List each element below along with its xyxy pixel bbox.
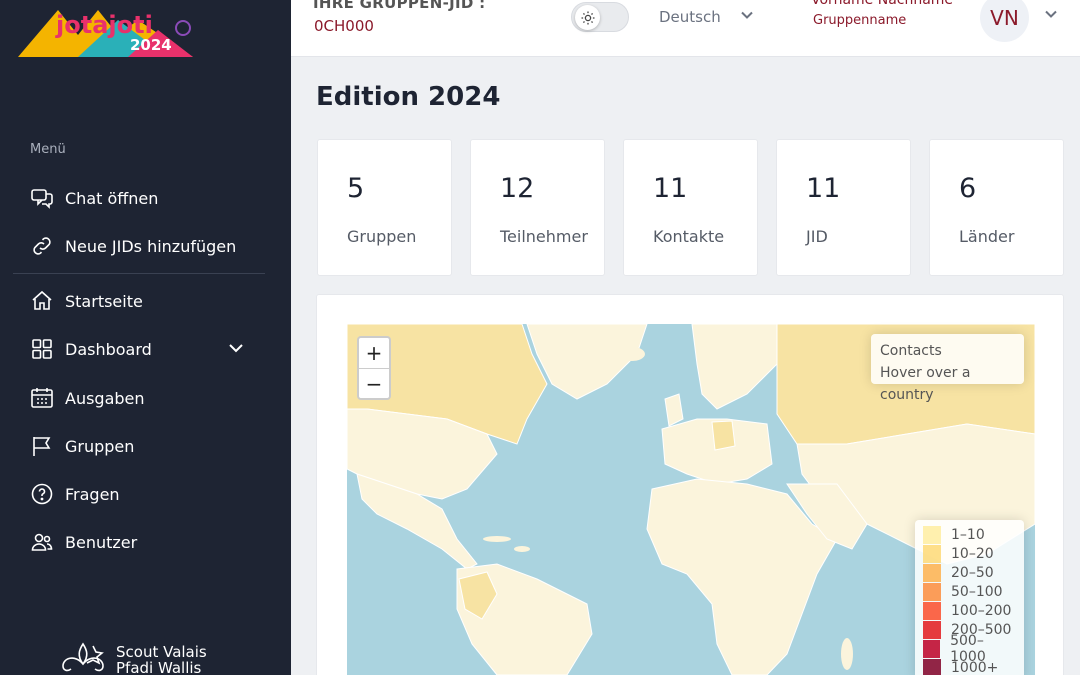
brand-line-2: Pfadi Wallis bbox=[116, 659, 202, 675]
avatar[interactable]: VN bbox=[980, 0, 1029, 42]
legend-item: 100–200 bbox=[923, 602, 1016, 621]
grid-icon bbox=[30, 337, 54, 361]
nav-label: Fragen bbox=[65, 484, 120, 504]
legend-item: 50–100 bbox=[923, 583, 1016, 602]
map-zoom-control: + − bbox=[357, 336, 391, 400]
scout-lily-icon bbox=[58, 640, 108, 675]
stat-label: Gruppen bbox=[347, 227, 417, 246]
legend-item: 20–50 bbox=[923, 564, 1016, 583]
language-select[interactable]: Deutsch bbox=[659, 7, 755, 27]
jid-label: IHRE GRUPPEN-JID : bbox=[313, 0, 486, 12]
nav-label: Ausgaben bbox=[65, 388, 145, 408]
legend-item: 1–10 bbox=[923, 526, 1016, 545]
flag-icon bbox=[30, 434, 54, 458]
home-icon bbox=[30, 289, 54, 313]
nav-label: Gruppen bbox=[65, 436, 135, 456]
theme-toggle[interactable] bbox=[571, 2, 629, 32]
nav-dashboard[interactable]: Dashboard bbox=[30, 334, 250, 364]
info-title: Contacts bbox=[880, 343, 942, 359]
stat-label: Länder bbox=[959, 227, 1015, 246]
nav-label: Dashboard bbox=[65, 339, 152, 359]
logo-year: 2024 bbox=[130, 36, 172, 54]
legend-item: 500–1000 bbox=[923, 633, 1016, 665]
page-title: Edition 2024 bbox=[316, 82, 501, 112]
nav-label: Startseite bbox=[65, 291, 143, 311]
info-hint: Hover over a country bbox=[880, 365, 971, 403]
link-icon bbox=[30, 234, 54, 258]
stat-card-contacts: 11 Kontakte bbox=[623, 139, 758, 276]
nav-questions[interactable]: Fragen bbox=[30, 479, 250, 509]
stat-value: 5 bbox=[347, 173, 365, 204]
nav-add-jids[interactable]: Neue JIDs hinzufügen bbox=[30, 231, 250, 261]
stat-value: 11 bbox=[653, 173, 688, 204]
stat-label: Teilnehmer bbox=[500, 227, 588, 246]
question-icon bbox=[30, 482, 54, 506]
brand-line-1: Scout Valais bbox=[116, 643, 207, 661]
calendar-icon bbox=[30, 386, 54, 410]
map-legend: 1–10 10–20 20–50 50–100 100–200 200–500 … bbox=[915, 520, 1024, 675]
nav-label: Chat öffnen bbox=[65, 188, 159, 208]
nav-label: Neue JIDs hinzufügen bbox=[65, 236, 237, 256]
logo-word: jotajoti bbox=[55, 11, 153, 39]
sidebar: jotajoti 2024 Menü Chat öffnen Neue JIDs… bbox=[0, 0, 291, 675]
stat-card-countries: 6 Länder bbox=[929, 139, 1064, 276]
jotajoti-logo[interactable]: jotajoti 2024 bbox=[18, 0, 198, 58]
nav-editions[interactable]: Ausgaben bbox=[30, 383, 250, 413]
chevron-down-icon[interactable] bbox=[1043, 6, 1059, 26]
sun-icon bbox=[575, 5, 600, 30]
top-header: IHRE GRUPPEN-JID : 0CH000 Deutsch Vornam… bbox=[291, 0, 1080, 57]
chevron-down-icon[interactable] bbox=[227, 339, 245, 361]
stat-value: 11 bbox=[806, 173, 841, 204]
scout-valais-brand: Scout Valais Pfadi Wallis bbox=[58, 640, 207, 675]
stat-label: Kontakte bbox=[653, 227, 725, 246]
nav-label: Benutzer bbox=[65, 532, 138, 552]
map-info-box: Contacts Hover over a country bbox=[871, 334, 1024, 403]
legend-item: 10–20 bbox=[923, 545, 1016, 564]
language-value: Deutsch bbox=[659, 8, 721, 26]
nav-chat-open[interactable]: Chat öffnen bbox=[30, 183, 250, 213]
stat-card-groups: 5 Gruppen bbox=[317, 139, 452, 276]
stat-value: 6 bbox=[959, 173, 977, 204]
user-group: Gruppenname bbox=[813, 13, 907, 28]
nav-users[interactable]: Benutzer bbox=[30, 527, 250, 557]
stat-card-participants: 12 Teilnehmer bbox=[470, 139, 605, 276]
stat-card-jid: 11 JID bbox=[776, 139, 911, 276]
chevron-down-icon bbox=[739, 7, 755, 27]
stat-label: JID bbox=[806, 227, 828, 246]
sidebar-divider bbox=[13, 273, 265, 274]
users-icon bbox=[30, 530, 54, 554]
stat-value: 12 bbox=[500, 173, 535, 204]
zoom-out-button[interactable]: − bbox=[359, 368, 389, 398]
user-name: Vorname Nachname bbox=[811, 0, 954, 8]
menu-heading: Menü bbox=[30, 142, 66, 157]
zoom-in-button[interactable]: + bbox=[359, 338, 389, 368]
chat-icon bbox=[30, 186, 54, 210]
nav-home[interactable]: Startseite bbox=[30, 286, 250, 316]
nav-groups[interactable]: Gruppen bbox=[30, 431, 250, 461]
jid-value: 0CH000 bbox=[314, 17, 374, 35]
